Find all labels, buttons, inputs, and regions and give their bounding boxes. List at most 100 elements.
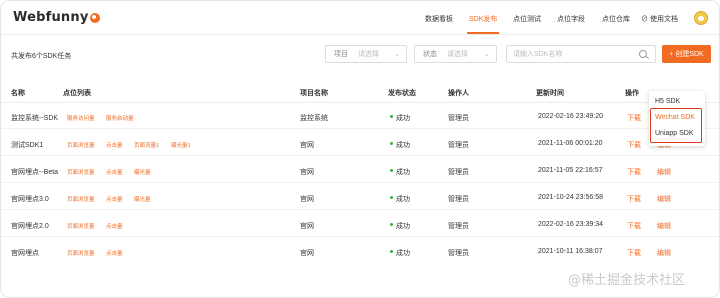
row-operator: 管理员 [448, 169, 469, 176]
col-points: 点位列表 [63, 90, 91, 97]
chevron-down-icon: ⌄ [394, 51, 400, 58]
row-name: 监控系统--SDK [11, 115, 59, 122]
table-row: 官网埋点2.0 页面浏览量 点击量 官网 成功 管理员 2022-02-16 2… [1, 213, 719, 237]
row-project: 官网 [300, 169, 314, 176]
row-status: 成功 [396, 223, 410, 230]
point-tag: 点击量 [106, 224, 123, 230]
col-status: 发布状态 [388, 90, 416, 97]
table-row: 监控系统--SDK 服务访问量 服务启动量 监控系统 成功 管理员 2022-0… [1, 105, 719, 129]
row-updated: 2021-11-05 22:16:57 [538, 167, 603, 174]
status-success-dot [390, 115, 393, 118]
point-tag: 曝光量 [134, 197, 151, 203]
row-updated: 2021-10-24 23:56:58 [538, 194, 603, 201]
nav-item-point-warehouse[interactable]: 点位仓库 [602, 14, 641, 24]
point-tag: 服务访问量 [67, 116, 95, 122]
edit-link[interactable]: 编辑 [657, 167, 671, 177]
row-operator: 管理员 [448, 250, 469, 257]
logo[interactable]: Webfunny [13, 10, 100, 25]
nav-item-point-test[interactable]: 点位测试 [513, 14, 557, 24]
search-icon[interactable] [639, 50, 647, 58]
row-status: 成功 [396, 142, 410, 149]
nav-item-docs[interactable]: ⊘ 使用文档 [641, 14, 678, 24]
row-project: 官网 [300, 196, 314, 203]
row-status: 成功 [396, 250, 410, 257]
col-actions: 操作 [625, 90, 639, 97]
download-link[interactable]: 下载 [627, 140, 641, 150]
row-updated: 2021-11-06 00:01:20 [538, 140, 603, 147]
edit-link[interactable]: 编辑 [657, 221, 671, 231]
table-row: 官网埋点 页面浏览量 点击量 官网 成功 管理员 2021-10-11 16:3… [1, 240, 719, 264]
status-select[interactable]: 状态 请选择 ⌄ [414, 45, 497, 63]
top-nav: Webfunny 数据看板 SDK发布 点位测试 点位字段 点位仓库 ⊘ 使用文… [1, 1, 719, 35]
point-tag: 页面流量1 [134, 143, 160, 149]
status-select-label: 状态 [423, 51, 437, 58]
point-tag: 页面浏览量 [67, 251, 95, 257]
download-link[interactable]: 下载 [627, 248, 641, 258]
status-success-dot [390, 223, 393, 226]
row-operator: 管理员 [448, 115, 469, 122]
row-operator: 管理员 [448, 196, 469, 203]
point-tag: 页面浏览量 [67, 170, 95, 176]
status-success-dot [390, 142, 393, 145]
row-project: 官网 [300, 223, 314, 230]
sdk-count-text: 共发布6个SDK任务 [11, 53, 72, 60]
row-project: 官网 [300, 142, 314, 149]
download-link[interactable]: 下载 [627, 221, 641, 231]
logo-icon [89, 12, 100, 23]
point-tag: 页面浏览量 [67, 224, 95, 230]
avatar[interactable] [694, 11, 708, 25]
status-success-dot [390, 169, 393, 172]
table-row: 官网埋点3.0 页面浏览量 点击量 曝光量 官网 成功 管理员 2021-10-… [1, 186, 719, 210]
row-operator: 管理员 [448, 142, 469, 149]
row-name: 官网埋点 [11, 250, 39, 257]
row-updated: 2022-02-16 23:39:34 [538, 221, 603, 228]
status-success-dot [390, 250, 393, 253]
download-link[interactable]: 下载 [627, 113, 641, 123]
point-tag: 页面浏览量 [67, 143, 95, 149]
create-sdk-button[interactable]: + 创建SDK [662, 45, 711, 63]
col-operator: 操作人 [448, 90, 469, 97]
nav-item-dashboard[interactable]: 数据看板 [425, 14, 469, 24]
nav-item-point-fields[interactable]: 点位字段 [557, 14, 602, 24]
menu-item-h5-sdk[interactable]: H5 SDK [655, 98, 680, 105]
nav-item-sdk-release[interactable]: SDK发布 [469, 14, 513, 24]
point-tag: 点击量 [106, 197, 123, 203]
row-updated: 2021-10-11 16:38:07 [538, 248, 603, 255]
project-select-value: 请选择 [358, 51, 379, 58]
watermark: @稀土掘金技术社区 [568, 273, 686, 288]
row-updated: 2022-02-16 23:49:20 [538, 113, 603, 120]
docs-icon: ⊘ [641, 16, 650, 23]
project-select[interactable]: 项目 请选择 ⌄ [325, 45, 407, 63]
row-project: 官网 [300, 250, 314, 257]
status-success-dot [390, 196, 393, 199]
edit-link[interactable]: 编辑 [657, 194, 671, 204]
row-project: 监控系统 [300, 115, 328, 122]
search-placeholder: 请输入SDK名称 [513, 51, 563, 58]
table-row: 测试SDK1 页面浏览量 点击量 页面流量1 曝光量1 官网 成功 管理员 20… [1, 132, 719, 156]
row-name: 测试SDK1 [11, 142, 44, 149]
col-updated: 更新时间 [536, 90, 564, 97]
point-tag: 页面浏览量 [67, 197, 95, 203]
app-window: Webfunny 数据看板 SDK发布 点位测试 点位字段 点位仓库 ⊘ 使用文… [0, 0, 720, 298]
logo-text: Webfunny [13, 10, 89, 25]
status-select-value: 请选择 [447, 51, 468, 58]
point-tag: 点击量 [106, 170, 123, 176]
point-tag: 点击量 [106, 251, 123, 257]
nav-menu: 数据看板 SDK发布 点位测试 点位字段 点位仓库 ⊘ 使用文档 [425, 14, 678, 24]
row-name: 官网埋点--Beta [11, 169, 59, 176]
row-operator: 管理员 [448, 223, 469, 230]
download-link[interactable]: 下载 [627, 194, 641, 204]
col-name: 名称 [11, 90, 25, 97]
chevron-down-icon: ⌄ [484, 51, 490, 58]
project-select-label: 项目 [334, 51, 348, 58]
row-name: 官网埋点3.0 [11, 196, 49, 203]
table-header: 名称 点位列表 项目名称 发布状态 操作人 更新时间 操作 [1, 83, 719, 103]
row-status: 成功 [396, 169, 410, 176]
col-project: 项目名称 [300, 90, 328, 97]
sdk-search-input[interactable]: 请输入SDK名称 [506, 45, 656, 63]
point-tag: 曝光量1 [171, 143, 191, 149]
row-status: 成功 [396, 115, 410, 122]
edit-link[interactable]: 编辑 [657, 248, 671, 258]
download-link[interactable]: 下载 [627, 167, 641, 177]
point-tag: 服务启动量 [106, 116, 134, 122]
